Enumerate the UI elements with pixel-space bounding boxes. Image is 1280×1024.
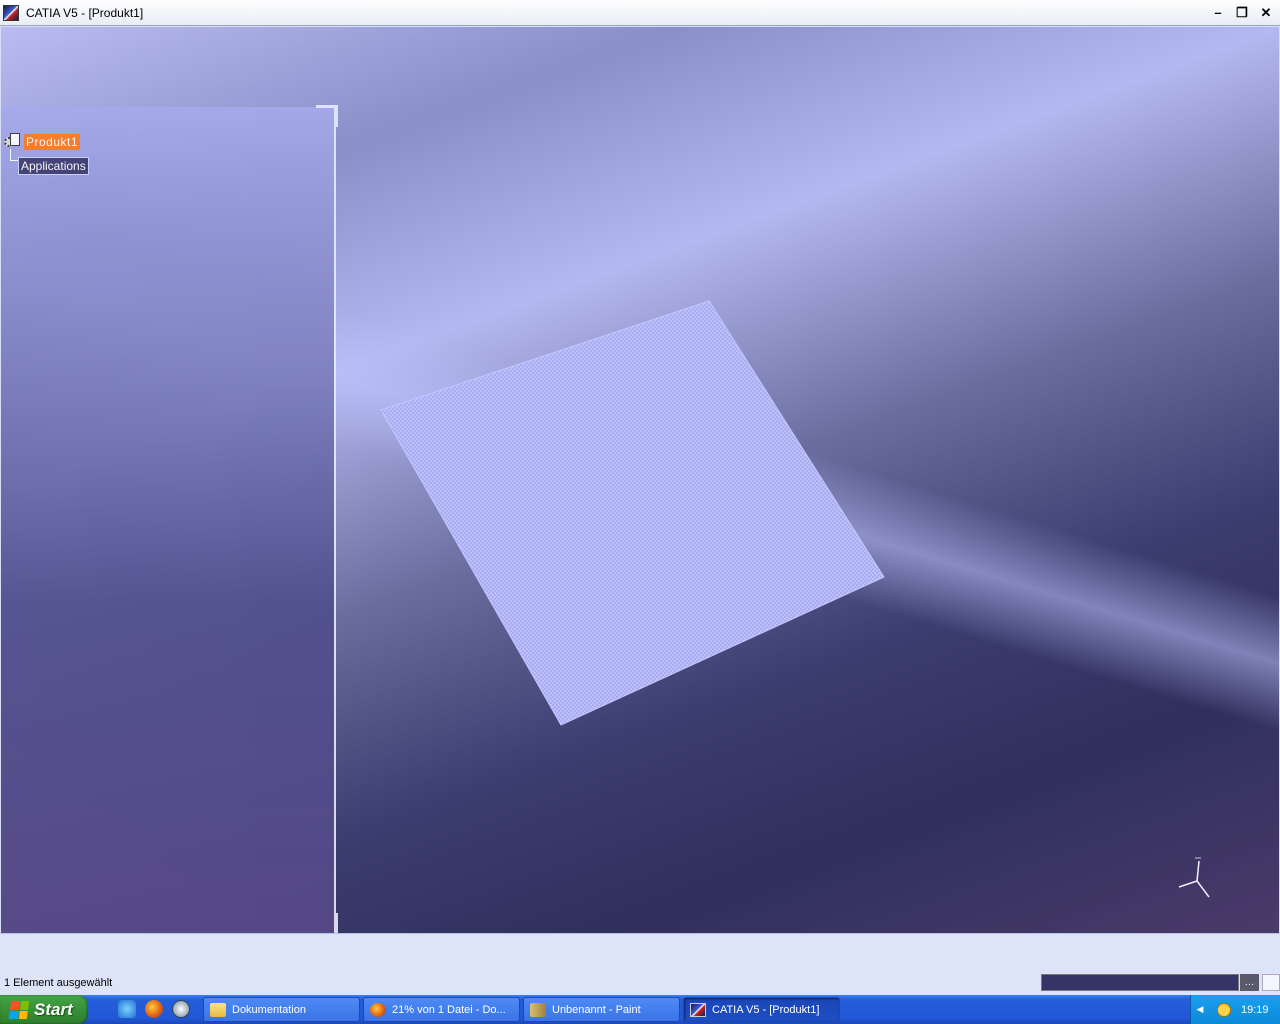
task-button-dokumentation[interactable]: Dokumentation bbox=[203, 997, 360, 1022]
tree-panel-edge bbox=[334, 107, 336, 933]
catia-icon bbox=[690, 1002, 706, 1017]
task-label: CATIA V5 - [Produkt1] bbox=[712, 1003, 820, 1016]
specification-tree[interactable]: Produkt1 Applications bbox=[1, 105, 338, 933]
windows-logo-icon bbox=[8, 1000, 30, 1019]
status-text: 1 Element ausgewählt bbox=[4, 977, 113, 989]
taskbar: Start Dokumentation 21% von 1 Datei - Do… bbox=[0, 995, 1280, 1024]
quicklaunch-firefox-icon[interactable] bbox=[145, 1000, 163, 1018]
folder-icon bbox=[210, 1002, 226, 1017]
start-button[interactable]: Start bbox=[0, 995, 88, 1024]
start-label: Start bbox=[34, 999, 73, 1019]
restore-button[interactable]: ❐ bbox=[1232, 4, 1252, 22]
catia-app-icon[interactable] bbox=[3, 4, 19, 21]
tree-node-product-label[interactable]: Produkt1 bbox=[24, 134, 81, 150]
status-bar: 1 Element ausgewählt … bbox=[0, 933, 1280, 995]
tree-panel-handle[interactable] bbox=[334, 913, 338, 933]
tree-panel-corner bbox=[316, 105, 338, 127]
tree-branch-line bbox=[10, 149, 18, 161]
task-button-catia[interactable]: CATIA V5 - [Produkt1] bbox=[683, 997, 840, 1022]
minimize-button[interactable]: – bbox=[1208, 4, 1228, 22]
system-tray: ◀ 19:19 bbox=[1190, 995, 1280, 1024]
paint-icon bbox=[530, 1002, 546, 1017]
window-title: CATIA V5 - [Produkt1] bbox=[26, 5, 144, 20]
tray-clock-icon[interactable] bbox=[1217, 1002, 1231, 1017]
task-button-download[interactable]: 21% von 1 Datei - Do... bbox=[363, 997, 520, 1022]
task-button-paint[interactable]: Unbenannt - Paint bbox=[523, 997, 680, 1022]
3d-viewport[interactable]: Produkt1 Applications bbox=[1, 27, 1279, 933]
close-button[interactable]: ✕ bbox=[1256, 4, 1276, 22]
plane-mesh[interactable] bbox=[380, 300, 885, 726]
task-label: 21% von 1 Datei - Do... bbox=[392, 1003, 506, 1016]
firefox-icon bbox=[370, 1002, 386, 1017]
command-history-icon[interactable] bbox=[1262, 974, 1280, 991]
clock[interactable]: 19:19 bbox=[1241, 1004, 1269, 1016]
axis-compass-icon[interactable] bbox=[1171, 853, 1221, 903]
command-input[interactable] bbox=[1041, 974, 1239, 991]
window-controls: – ❐ ✕ bbox=[1208, 4, 1276, 22]
tree-node-applications-label[interactable]: Applications bbox=[18, 157, 89, 175]
task-label: Unbenannt - Paint bbox=[552, 1003, 641, 1016]
tree-node-applications[interactable]: Applications bbox=[18, 157, 89, 175]
task-label: Dokumentation bbox=[232, 1003, 306, 1016]
command-button[interactable]: … bbox=[1240, 974, 1259, 991]
quicklaunch-ie-icon[interactable] bbox=[118, 1000, 136, 1018]
window-title-bar[interactable]: CATIA V5 - [Produkt1] – ❐ ✕ bbox=[0, 0, 1280, 26]
tray-expand-icon[interactable]: ◀ bbox=[1193, 1004, 1207, 1015]
quicklaunch-media-player-icon[interactable] bbox=[172, 1000, 190, 1018]
